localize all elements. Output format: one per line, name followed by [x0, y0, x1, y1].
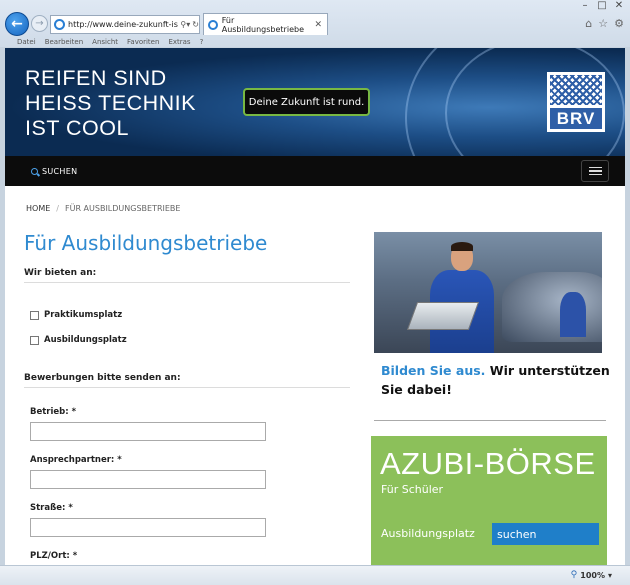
checkbox-label: Praktikumsplatz	[44, 310, 123, 320]
azubi-title: AZUBI-BÖRSE	[380, 446, 596, 481]
breadcrumb-current: FÜR AUSBILDUNGSBETRIEBE	[64, 204, 181, 213]
checkbox-praktikumsplatz[interactable]: Praktikumsplatz	[30, 310, 122, 320]
home-icon[interactable]: ⌂	[585, 17, 592, 30]
checkbox-label: Ausbildungsplatz	[44, 335, 127, 345]
mechanic-photo	[374, 232, 602, 353]
betrieb-input[interactable]	[30, 422, 266, 441]
ie-icon	[54, 19, 65, 30]
address-url: http://www.deine-zukunft-ist...	[68, 20, 179, 29]
minimize-icon[interactable]: –	[578, 0, 592, 11]
azubi-boerse-box[interactable]: AZUBI-BÖRSE Für Schüler Ausbildungsplatz…	[371, 436, 607, 565]
settings-gear-icon[interactable]: ⚙	[614, 17, 624, 30]
search-link[interactable]: SUCHEN	[31, 167, 77, 176]
search-icon	[31, 167, 38, 175]
favorites-star-icon[interactable]: ☆	[598, 17, 608, 30]
azubi-search-button[interactable]: suchen	[492, 523, 599, 545]
menu-bar: Datei Bearbeiten Ansicht Favoriten Extra…	[0, 36, 630, 47]
promo-highlight: Bilden Sie aus.	[381, 363, 486, 378]
field-label-strasse: Straße: *	[30, 503, 73, 513]
ansprechpartner-input[interactable]	[30, 470, 266, 489]
promo-text: Bilden Sie aus. Wir unterstützen Sie dab…	[381, 361, 611, 399]
azubi-label: Ausbildungsplatz	[381, 527, 475, 540]
hero-title: REIFEN SIND HEISS TECHNIK IST COOL	[25, 66, 196, 141]
page-viewport: REIFEN SIND HEISS TECHNIK IST COOL Deine…	[5, 48, 625, 565]
breadcrumb-separator: /	[56, 204, 59, 213]
window-controls: – □ ✕	[578, 0, 626, 11]
refresh-icon[interactable]: ↻	[192, 20, 199, 29]
offer-heading: Wir bieten an:	[24, 268, 97, 278]
search-dropdown-icon[interactable]: ⚲▾	[180, 20, 190, 29]
send-heading: Bewerbungen bitte senden an:	[24, 373, 181, 383]
zoom-control[interactable]: ⚲ 100% ▾	[571, 570, 612, 580]
field-label-ansprechpartner: Ansprechpartner: *	[30, 455, 122, 465]
menu-favoriten[interactable]: Favoriten	[127, 38, 159, 46]
browser-chrome: ← → http://www.deine-zukunft-ist... ⚲▾ ↻…	[0, 0, 630, 47]
azubi-subtitle: Für Schüler	[381, 483, 444, 496]
search-label: SUCHEN	[42, 166, 78, 176]
close-tab-icon[interactable]: ✕	[314, 20, 322, 30]
tab-title: Für Ausbildungsbetriebe	[221, 15, 304, 34]
back-button[interactable]: ←	[5, 12, 29, 36]
zoom-dropdown-icon[interactable]: ▾	[608, 571, 612, 580]
laptop-shape	[406, 302, 480, 330]
field-label-plz-ort: PLZ/Ort: *	[30, 551, 78, 561]
browser-tab[interactable]: Für Ausbildungsbetriebe ✕	[203, 13, 328, 35]
checkbox-box[interactable]	[30, 310, 39, 320]
checkbox-box[interactable]	[30, 335, 39, 345]
background-mechanic	[560, 292, 586, 337]
send-divider	[24, 387, 350, 388]
field-label-betrieb: Betrieb: *	[30, 407, 77, 417]
close-window-icon[interactable]: ✕	[612, 0, 626, 11]
menu-ansicht[interactable]: Ansicht	[92, 38, 118, 46]
car-shape	[502, 272, 602, 342]
hero-title-line-3: IST COOL	[25, 116, 129, 140]
checkbox-ausbildungsplatz[interactable]: Ausbildungsplatz	[30, 335, 127, 345]
menu-datei[interactable]: Datei	[17, 38, 36, 46]
status-bar: ⚲ 100% ▾	[0, 565, 630, 585]
tab-ie-icon	[208, 19, 218, 30]
menu-bearbeiten[interactable]: Bearbeiten	[45, 38, 83, 46]
breadcrumb-home[interactable]: HOME	[26, 204, 50, 213]
promo-divider	[374, 420, 606, 421]
logo-pattern	[550, 75, 602, 105]
mechanic-figure	[406, 242, 494, 353]
maximize-icon[interactable]: □	[595, 0, 609, 11]
strasse-input[interactable]	[30, 518, 266, 537]
menu-extras[interactable]: Extras	[168, 38, 190, 46]
zoom-icon: ⚲	[570, 570, 578, 580]
offer-divider	[24, 282, 350, 283]
hero-banner: REIFEN SIND HEISS TECHNIK IST COOL Deine…	[5, 48, 625, 156]
slogan-badge: Deine Zukunft ist rund.	[243, 88, 370, 116]
hero-title-line-2: HEISS TECHNIK	[25, 91, 196, 115]
main-navbar: SUCHEN	[5, 156, 625, 186]
hamburger-menu-button[interactable]	[581, 160, 609, 182]
breadcrumb: HOME / FÜR AUSBILDUNGSBETRIEBE	[26, 204, 180, 213]
zoom-level: 100%	[580, 570, 605, 580]
brv-logo[interactable]: BRV	[547, 72, 605, 132]
toolbar-icons: ⌂ ☆ ⚙	[585, 17, 624, 30]
logo-text: BRV	[550, 108, 602, 129]
page-title: Für Ausbildungsbetriebe	[24, 231, 268, 255]
hero-title-line-1: REIFEN SIND	[25, 66, 167, 90]
address-bar[interactable]: http://www.deine-zukunft-ist... ⚲▾ ↻	[50, 15, 200, 34]
menu-help[interactable]: ?	[200, 38, 204, 46]
forward-button[interactable]: →	[31, 15, 48, 32]
